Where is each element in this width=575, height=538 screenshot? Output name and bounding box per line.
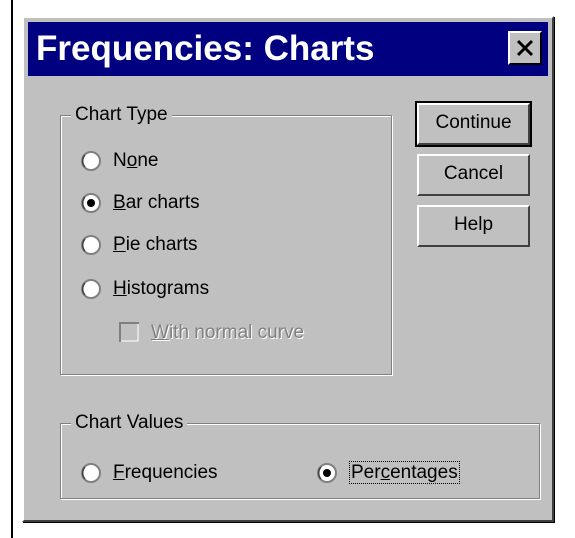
chart-type-legend: Chart Type [71, 104, 172, 126]
radio-percentages-label: Percentages [349, 461, 460, 484]
chart-values-group: Chart Values Frequencies Percentages [60, 412, 540, 499]
close-icon [516, 39, 534, 57]
frequencies-charts-dialog: Frequencies: Charts Chart Type None Bar … [22, 16, 554, 522]
radio-pie-charts[interactable]: Pie charts [81, 232, 281, 260]
radio-unselected-icon [81, 463, 101, 483]
checkbox-with-normal-curve[interactable]: With normal curve [119, 320, 369, 348]
window-edge [11, 0, 13, 538]
radio-bar-charts[interactable]: Bar charts [81, 190, 281, 218]
close-button[interactable] [508, 31, 542, 65]
checkbox-disabled-icon [119, 322, 139, 342]
checkbox-with-normal-curve-label: With normal curve [151, 322, 305, 343]
continue-button[interactable]: Continue [415, 101, 532, 147]
radio-histograms[interactable]: Histograms [81, 276, 281, 304]
chart-type-group: Chart Type None Bar charts Pie charts Hi… [60, 104, 392, 375]
radio-frequencies-label: Frequencies [113, 462, 218, 483]
radio-bar-charts-label: Bar charts [113, 192, 200, 213]
radio-unselected-icon [81, 151, 101, 171]
radio-frequencies[interactable]: Frequencies [81, 460, 281, 488]
radio-unselected-icon [81, 235, 101, 255]
dialog-title: Frequencies: Charts [36, 29, 375, 68]
title-bar[interactable]: Frequencies: Charts [28, 22, 548, 76]
radio-selected-icon [317, 463, 337, 483]
radio-histograms-label: Histograms [113, 278, 210, 299]
radio-none-label: None [113, 150, 159, 171]
radio-unselected-icon [81, 279, 101, 299]
radio-pie-charts-label: Pie charts [113, 234, 198, 255]
radio-none[interactable]: None [81, 148, 281, 176]
radio-percentages[interactable]: Percentages [317, 460, 517, 488]
focus-rectangle: Percentages [349, 461, 460, 484]
radio-selected-icon [81, 193, 101, 213]
chart-values-legend: Chart Values [71, 412, 188, 434]
cancel-button[interactable]: Cancel [417, 154, 530, 196]
help-button[interactable]: Help [417, 205, 530, 247]
